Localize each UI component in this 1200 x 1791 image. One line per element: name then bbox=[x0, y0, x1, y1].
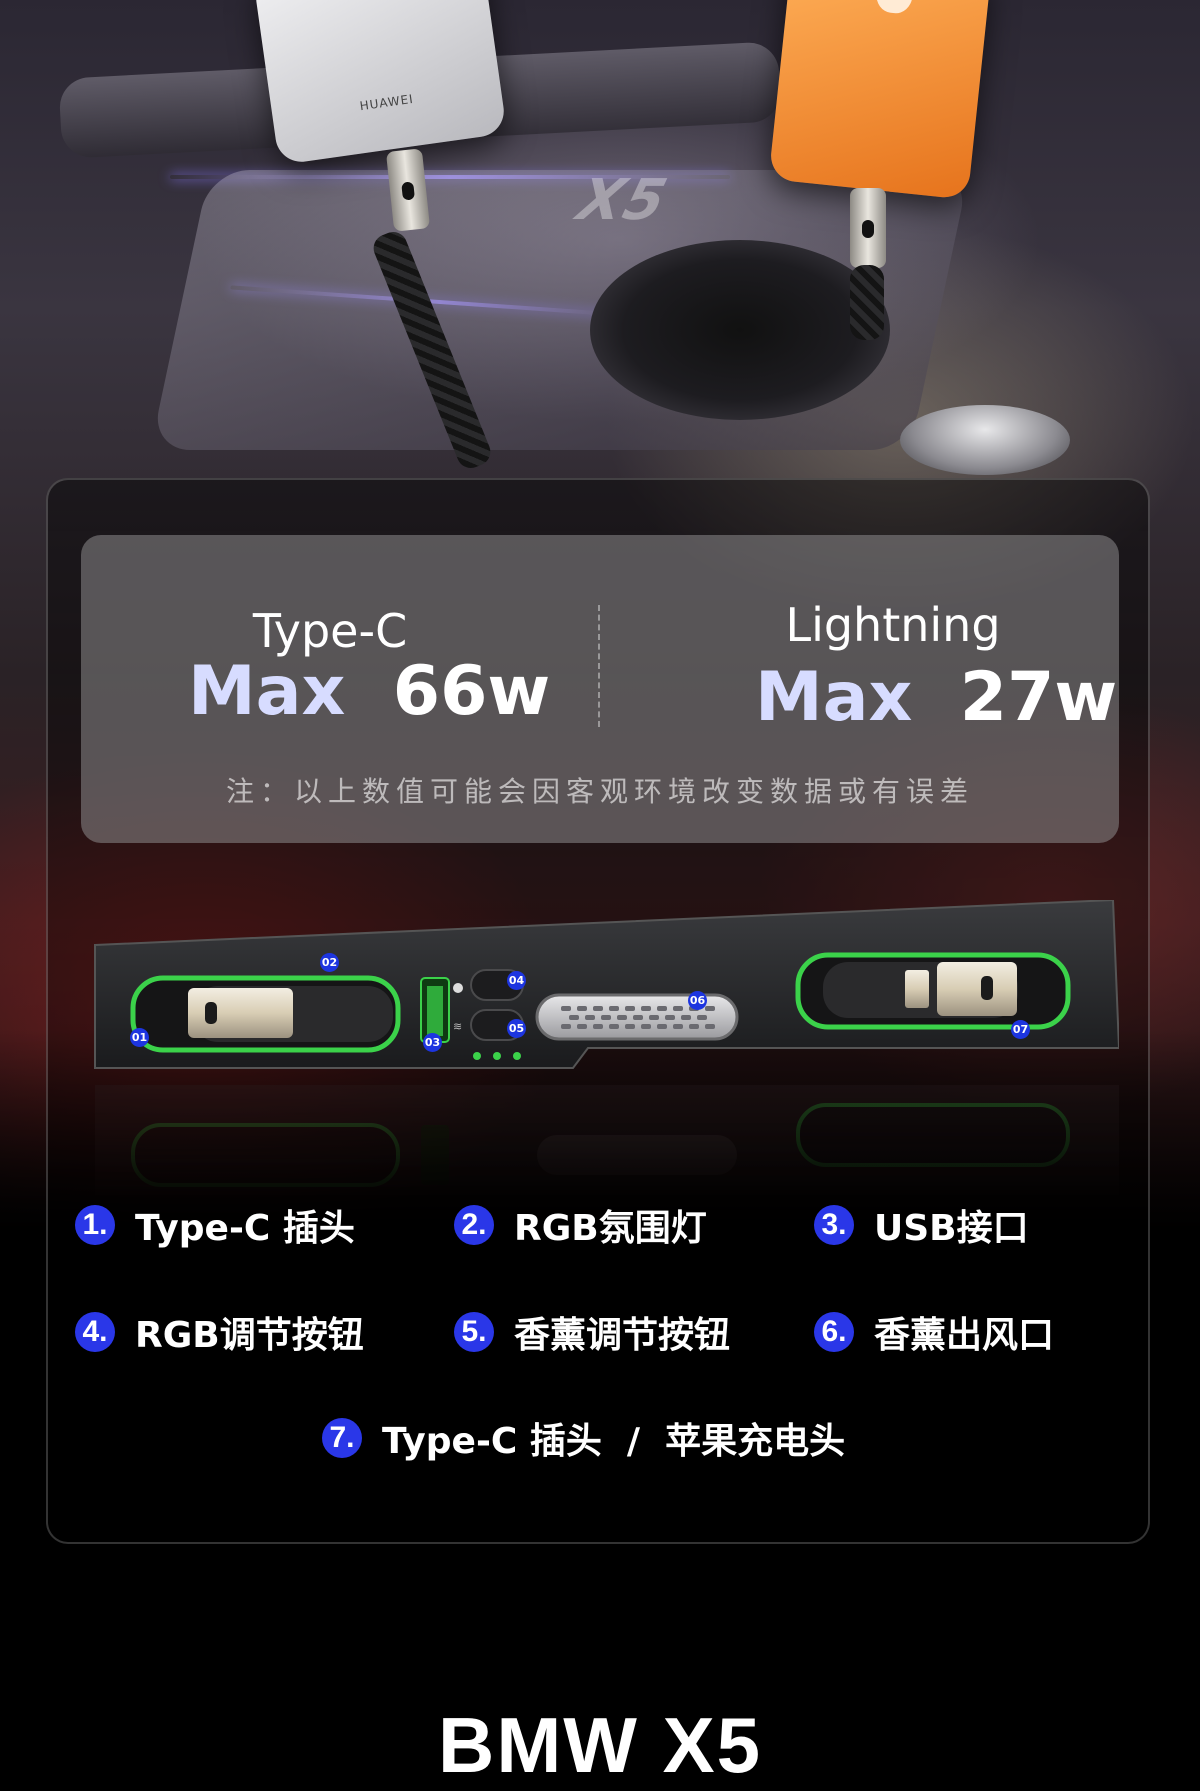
feature-number-badge: 2. bbox=[454, 1205, 494, 1245]
port-label-05: 05 bbox=[507, 1019, 526, 1038]
led-dot bbox=[473, 1052, 481, 1060]
svg-text:≋: ≋ bbox=[453, 1020, 462, 1033]
port-label-03: 03 bbox=[423, 1033, 442, 1052]
spec-right-name: Lightning bbox=[785, 598, 1001, 652]
feature-label: Type-C 插头 bbox=[135, 1208, 355, 1249]
port-label-06: 06 bbox=[688, 991, 707, 1010]
feature-number-badge: 7. bbox=[322, 1418, 362, 1458]
feature-number-badge: 1. bbox=[75, 1205, 115, 1245]
cup-holder bbox=[590, 240, 890, 420]
feature-item-2: 2. RGB氛围灯 bbox=[454, 1199, 707, 1251]
apple-logo-icon bbox=[874, 0, 915, 15]
led-dot bbox=[513, 1052, 521, 1060]
feature-item-3: 3. USB接口 bbox=[814, 1199, 1029, 1251]
idrive-knob bbox=[900, 405, 1070, 475]
footer-model-title: BMW X5 bbox=[438, 1701, 762, 1789]
spec-left-name: Type-C bbox=[252, 604, 408, 658]
lightning-cable-plug bbox=[850, 188, 886, 268]
spec-right-value: Max 27w bbox=[755, 658, 1117, 737]
feature-item-7: 7. Type-C 插头 / 苹果充电头 bbox=[322, 1412, 845, 1464]
feature-label: 香薰出风口 bbox=[874, 1315, 1055, 1356]
x5-emboss-logo: X5 bbox=[571, 168, 675, 233]
feature-item-1: 1. Type-C 插头 bbox=[75, 1199, 355, 1251]
feature-item-6: 6. 香薰出风口 bbox=[814, 1306, 1054, 1358]
feature-number-badge: 5. bbox=[454, 1312, 494, 1352]
port-label-02: 02 bbox=[320, 953, 339, 972]
charger-device-reflection bbox=[93, 1085, 1119, 1195]
type-c-plug-hole bbox=[205, 1002, 217, 1024]
feature-item-4: 4. RGB调节按钮 bbox=[75, 1306, 364, 1358]
feature-label: Type-C 插头 / 苹果充电头 bbox=[382, 1421, 846, 1462]
feature-number-badge: 6. bbox=[814, 1312, 854, 1352]
lightning-plug-tip bbox=[905, 970, 929, 1008]
type-c-plug bbox=[188, 988, 293, 1038]
feature-label: RGB氛围灯 bbox=[514, 1208, 707, 1249]
feature-item-5: 5. 香薰调节按钮 bbox=[454, 1306, 730, 1358]
iphone-phone bbox=[768, 0, 992, 200]
huawei-brand-text: HUAWEI bbox=[358, 91, 415, 114]
spec-disclaimer-note: 注：以上数值可能会因客观环境改变数据或有误差 bbox=[225, 775, 974, 808]
feature-number-badge: 4. bbox=[75, 1312, 115, 1352]
feature-label: RGB调节按钮 bbox=[135, 1315, 364, 1356]
feature-number-badge: 3. bbox=[814, 1205, 854, 1245]
charger-device: ≋ 01 02 03 04 05 06 07 bbox=[93, 898, 1121, 1070]
port-label-01: 01 bbox=[130, 1028, 149, 1047]
type-c-cable-plug bbox=[385, 148, 431, 232]
spec-right-watts: 27w bbox=[959, 658, 1118, 737]
spec-right-max: Max bbox=[755, 658, 913, 737]
lightning-plug bbox=[937, 962, 1017, 1016]
feature-label: USB接口 bbox=[874, 1208, 1029, 1249]
port-label-07: 07 bbox=[1011, 1020, 1030, 1039]
huawei-phone: HUAWEI bbox=[252, 0, 508, 166]
reflection-illustration bbox=[95, 1085, 1119, 1195]
lightning-cable bbox=[850, 265, 884, 340]
feature-label: 香薰调节按钮 bbox=[514, 1315, 731, 1356]
spec-left-value: Max 66w bbox=[188, 652, 550, 731]
spec-divider bbox=[598, 605, 600, 727]
led-dot bbox=[493, 1052, 501, 1060]
charger-device-illustration: ≋ bbox=[94, 898, 1121, 1069]
spec-left-max: Max bbox=[188, 652, 346, 731]
spec-left-watts: 66w bbox=[392, 652, 551, 731]
port-label-04: 04 bbox=[507, 971, 526, 990]
